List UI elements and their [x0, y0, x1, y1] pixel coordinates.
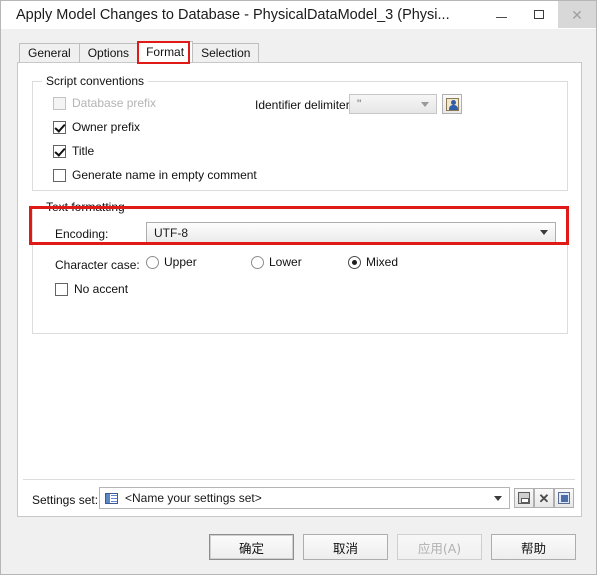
apply-button: 应用(A) — [397, 534, 482, 560]
identifier-delimiter-value: " — [357, 97, 362, 111]
footer-separator — [23, 479, 575, 480]
settings-set-icon — [105, 492, 118, 504]
settings-set-combo[interactable]: <Name your settings set> — [99, 487, 510, 509]
apply-button-label: 应用(A) — [417, 540, 462, 556]
upper-radio-circle — [146, 255, 159, 269]
window-title: Apply Model Changes to Database - Physic… — [16, 7, 450, 23]
identifier-delimiter-options-button[interactable] — [442, 94, 462, 114]
database-prefix-checkbox[interactable]: Database prefix — [53, 96, 156, 110]
lower-radio-label: Lower — [269, 255, 302, 269]
generate-name-checkbox[interactable]: Generate name in empty comment — [53, 168, 257, 182]
dialog-footer: 确定 取消 应用(A) 帮助 — [1, 531, 597, 563]
character-case-lower-radio[interactable]: Lower — [251, 255, 302, 269]
encoding-label: Encoding: — [55, 227, 109, 241]
title-bar: Apply Model Changes to Database - Physic… — [1, 1, 596, 29]
owner-prefix-checkbox-box — [53, 120, 66, 134]
tab-format[interactable]: Format — [137, 41, 194, 62]
properties-icon — [558, 492, 570, 504]
delete-icon: ✕ — [538, 490, 550, 506]
character-case-upper-radio[interactable]: Upper — [146, 255, 197, 269]
caption-buttons: ✕ — [482, 1, 596, 29]
tab-options[interactable]: Options — [78, 43, 139, 62]
script-conventions-group-title: Script conventions — [42, 74, 149, 88]
chevron-down-icon — [421, 101, 429, 107]
owner-prefix-checkbox[interactable]: Owner prefix — [53, 120, 140, 134]
mixed-radio-label: Mixed — [366, 255, 399, 269]
tab-general-label: General — [28, 46, 71, 60]
help-button-label: 帮助 — [520, 540, 546, 556]
tab-options-label: Options — [87, 46, 130, 60]
maximize-button[interactable] — [520, 1, 558, 28]
database-prefix-label: Database prefix — [72, 96, 157, 110]
text-formatting-group-title: Text formatting — [42, 200, 129, 214]
ok-button[interactable]: 确定 — [209, 534, 294, 560]
title-checkbox[interactable]: Title — [53, 144, 94, 158]
ok-button-label: 确定 — [238, 540, 264, 556]
no-accent-label: No accent — [74, 282, 129, 296]
generate-name-checkbox-box — [53, 168, 66, 182]
close-icon: ✕ — [571, 6, 583, 23]
character-case-label: Character case: — [55, 258, 140, 272]
save-icon — [518, 492, 530, 504]
lower-radio-circle — [251, 255, 264, 269]
settings-set-properties-button[interactable] — [554, 488, 574, 508]
settings-set-delete-button[interactable]: ✕ — [534, 488, 554, 508]
tab-selection-label: Selection — [201, 46, 251, 60]
identifier-delimiter-label: Identifier delimiter: — [255, 98, 354, 112]
cancel-button[interactable]: 取消 — [303, 534, 388, 560]
minimize-button[interactable] — [482, 1, 520, 28]
tab-format-label: Format — [146, 45, 185, 59]
tab-selection[interactable]: Selection — [192, 43, 260, 62]
cancel-button-label: 取消 — [332, 540, 358, 556]
owner-prefix-label: Owner prefix — [72, 120, 141, 134]
close-button[interactable]: ✕ — [558, 1, 596, 28]
mixed-radio-circle — [348, 255, 361, 269]
database-prefix-checkbox-box — [53, 96, 66, 110]
settings-set-save-button[interactable] — [514, 488, 534, 508]
tab-strip: General Options Format Selection — [19, 41, 260, 62]
chevron-down-icon — [540, 230, 548, 235]
format-tab-panel: Script conventions Database prefix Owner… — [17, 62, 582, 517]
encoding-value: UTF-8 — [154, 225, 188, 240]
title-label: Title — [72, 144, 95, 158]
character-case-mixed-radio[interactable]: Mixed — [348, 255, 398, 269]
settings-set-value: <Name your settings set> — [125, 491, 262, 505]
encoding-combo[interactable]: UTF-8 — [146, 222, 556, 243]
generate-name-label: Generate name in empty comment — [72, 168, 257, 182]
maximize-icon — [534, 10, 544, 19]
script-conventions-group: Script conventions Database prefix Owner… — [32, 74, 568, 191]
settings-set-label: Settings set: — [32, 493, 99, 507]
identifier-delimiter-combo[interactable]: " — [349, 94, 437, 114]
minimize-icon — [495, 17, 507, 18]
text-formatting-group: Text formatting Encoding: UTF-8 Characte… — [32, 200, 568, 334]
no-accent-checkbox[interactable]: No accent — [55, 282, 128, 296]
user-properties-icon — [445, 97, 459, 111]
dialog-window: Apply Model Changes to Database - Physic… — [0, 0, 597, 575]
help-button[interactable]: 帮助 — [491, 534, 576, 560]
chevron-down-icon — [494, 495, 502, 501]
title-checkbox-box — [53, 144, 66, 158]
tab-general[interactable]: General — [19, 43, 80, 62]
no-accent-checkbox-box — [55, 282, 68, 296]
upper-radio-label: Upper — [164, 255, 197, 269]
